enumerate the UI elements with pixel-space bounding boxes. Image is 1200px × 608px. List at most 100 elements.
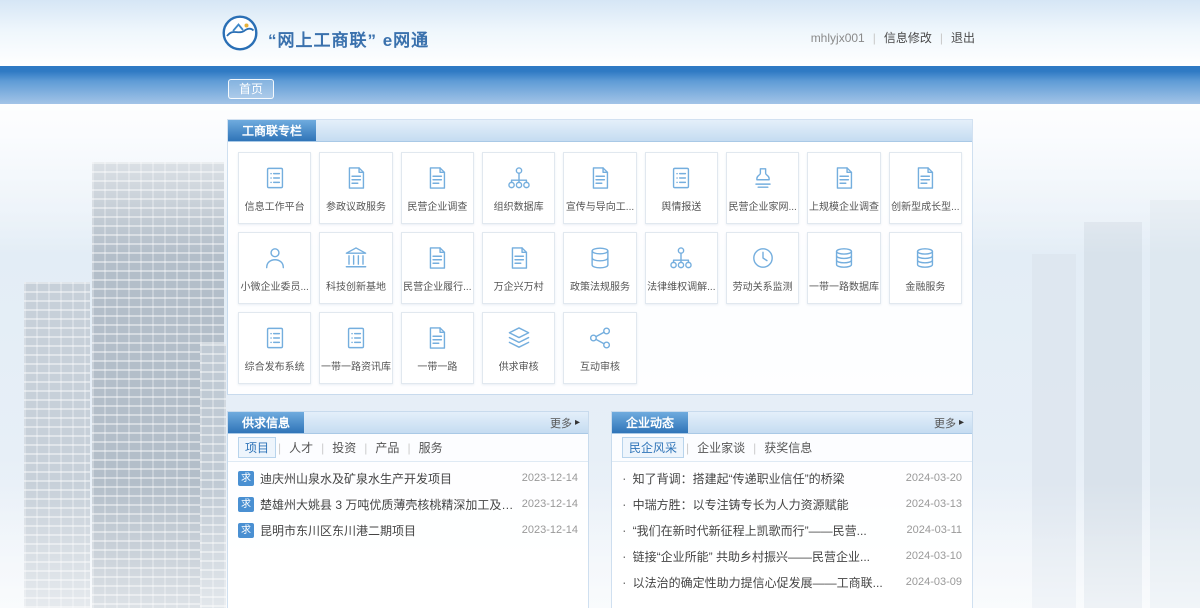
building-decoration	[1032, 254, 1076, 608]
document-icon	[423, 164, 451, 192]
demand-badge: 求	[238, 471, 254, 486]
supply-tab[interactable]: 人才	[283, 438, 319, 457]
special-item[interactable]: 创新型成长型...	[889, 152, 962, 224]
news-item-date: 2024-03-10	[906, 550, 962, 562]
special-item-label: 供求审核	[499, 358, 539, 373]
news-item[interactable]: ·“我们在新时代新征程上凯歌而行”——民营...2024-03-11	[612, 517, 972, 543]
supply-item-title: 楚雄州大姚县 3 万吨优质薄壳核桃精深加工及科...	[260, 496, 516, 513]
bullet-icon: ·	[622, 471, 627, 485]
modify-info-link[interactable]: 信息修改	[884, 29, 932, 46]
special-item-label: 信息工作平台	[245, 198, 305, 213]
special-item-label: 劳动关系监测	[733, 278, 793, 293]
special-item[interactable]: 上规模企业调查	[807, 152, 880, 224]
special-item[interactable]: 信息工作平台	[238, 152, 311, 224]
building-decoration	[200, 344, 226, 608]
special-item[interactable]: 舆情报送	[645, 152, 718, 224]
news-more-link[interactable]: 更多 ▸	[934, 412, 972, 433]
bank-icon	[342, 244, 370, 272]
org-chart-icon	[505, 164, 533, 192]
supply-more-link[interactable]: 更多 ▸	[550, 412, 588, 433]
supply-tab[interactable]: 项目	[238, 437, 276, 458]
special-item-label: 宣传与导向工...	[566, 198, 634, 213]
special-item-label: 民营企业家网...	[728, 198, 796, 213]
special-item[interactable]: 参政议政服务	[319, 152, 392, 224]
supply-tab[interactable]: 产品	[369, 438, 405, 457]
special-item[interactable]: 民营企业履行...	[401, 232, 474, 304]
supply-tab[interactable]: 服务	[413, 438, 449, 457]
special-item[interactable]: 一带一路数据库	[807, 232, 880, 304]
tab-separator: |	[407, 441, 410, 455]
news-panel: 企业动态 更多 ▸ 民企风采|企业家谈|获奖信息 ·知了背调：搭建起“传递职业信…	[612, 412, 972, 608]
news-item[interactable]: ·链接“企业所能” 共助乡村振兴——民营企业...2024-03-10	[612, 543, 972, 569]
special-item[interactable]: 民营企业调查	[401, 152, 474, 224]
news-item[interactable]: ·以法治的确定性助力提信心促发展——工商联...2024-03-09	[612, 569, 972, 595]
person-icon	[261, 244, 289, 272]
special-item[interactable]: 供求审核	[482, 312, 555, 384]
special-item[interactable]: 民营企业家网...	[726, 152, 799, 224]
more-label: 更多	[934, 415, 956, 431]
special-item[interactable]: 组织数据库	[482, 152, 555, 224]
special-item[interactable]: 万企兴万村	[482, 232, 555, 304]
bullet-icon: ·	[622, 549, 627, 563]
special-item-label: 民营企业履行...	[403, 278, 471, 293]
logout-link[interactable]: 退出	[951, 29, 975, 46]
supply-tab[interactable]: 投资	[326, 438, 362, 457]
special-item[interactable]: 劳动关系监测	[726, 232, 799, 304]
supply-list: 求迪庆州山泉水及矿泉水生产开发项目2023-12-14求楚雄州大姚县 3 万吨优…	[228, 462, 588, 546]
document-icon	[830, 164, 858, 192]
document-icon	[342, 164, 370, 192]
user-area: mhlyjx001 | 信息修改 | 退出	[811, 29, 975, 46]
news-item[interactable]: ·知了背调：搭建起“传递职业信任”的桥梁2024-03-20	[612, 465, 972, 491]
supply-panel: 供求信息 更多 ▸ 项目|人才|投资|产品|服务 求迪庆州山泉水及矿泉水生产开发…	[228, 412, 588, 608]
special-item-label: 政策法规服务	[570, 278, 630, 293]
news-item-date: 2024-03-13	[906, 498, 962, 510]
special-item[interactable]: 小微企业委员...	[238, 232, 311, 304]
special-item[interactable]: 综合发布系统	[238, 312, 311, 384]
special-grid: 信息工作平台参政议政服务民营企业调查组织数据库宣传与导向工...舆情报送民营企业…	[228, 142, 972, 394]
special-item[interactable]: 一带一路资讯库	[319, 312, 392, 384]
tab-separator: |	[321, 441, 324, 455]
supply-item[interactable]: 求昆明市东川区东川港二期项目2023-12-14	[228, 517, 588, 543]
clock-icon	[749, 244, 777, 272]
supply-item[interactable]: 求迪庆州山泉水及矿泉水生产开发项目2023-12-14	[228, 465, 588, 491]
special-item[interactable]: 法律维权调解...	[645, 232, 718, 304]
supply-panel-header: 供求信息 更多 ▸	[228, 412, 588, 434]
special-item[interactable]: 宣传与导向工...	[563, 152, 636, 224]
special-item-label: 上规模企业调查	[809, 198, 879, 213]
special-item-label: 一带一路	[417, 358, 457, 373]
special-item-label: 小微企业委员...	[240, 278, 308, 293]
username: mhlyjx001	[811, 31, 865, 45]
special-item[interactable]: 一带一路	[401, 312, 474, 384]
news-tab[interactable]: 企业家谈	[691, 438, 751, 457]
supply-panel-title: 供求信息	[228, 412, 304, 433]
separator: |	[940, 31, 943, 45]
building-decoration	[24, 282, 90, 608]
layers-icon	[505, 324, 533, 352]
nav-home[interactable]: 首页	[228, 79, 274, 99]
building-decoration	[1084, 222, 1142, 608]
more-label: 更多	[550, 415, 572, 431]
news-tabs: 民企风采|企业家谈|获奖信息	[612, 434, 972, 462]
news-item[interactable]: ·中瑞方胜：以专注铸专长为人力资源赋能2024-03-13	[612, 491, 972, 517]
special-item-label: 综合发布系统	[245, 358, 305, 373]
more-arrow-icon: ▸	[575, 418, 580, 428]
special-item[interactable]: 互动审核	[563, 312, 636, 384]
site-logo-icon	[222, 15, 258, 51]
special-item-label: 舆情报送	[661, 198, 701, 213]
supply-item[interactable]: 求楚雄州大姚县 3 万吨优质薄壳核桃精深加工及科...2023-12-14	[228, 491, 588, 517]
special-item[interactable]: 政策法规服务	[563, 232, 636, 304]
supply-item-date: 2023-12-14	[522, 472, 578, 484]
news-tab[interactable]: 获奖信息	[758, 438, 818, 457]
coins-icon	[911, 244, 939, 272]
special-item[interactable]: 科技创新基地	[319, 232, 392, 304]
news-tab[interactable]: 民企风采	[622, 437, 684, 458]
special-item-label: 万企兴万村	[494, 278, 544, 293]
special-item[interactable]: 金融服务	[889, 232, 962, 304]
clipboard-list-icon	[667, 164, 695, 192]
more-arrow-icon: ▸	[959, 418, 964, 428]
special-item-label: 民营企业调查	[407, 198, 467, 213]
header: “网上工商联” e网通 mhlyjx001 | 信息修改 | 退出	[0, 0, 1200, 66]
bullet-icon: ·	[622, 497, 627, 511]
special-item-label: 一带一路数据库	[809, 278, 879, 293]
special-item-label: 金融服务	[905, 278, 945, 293]
